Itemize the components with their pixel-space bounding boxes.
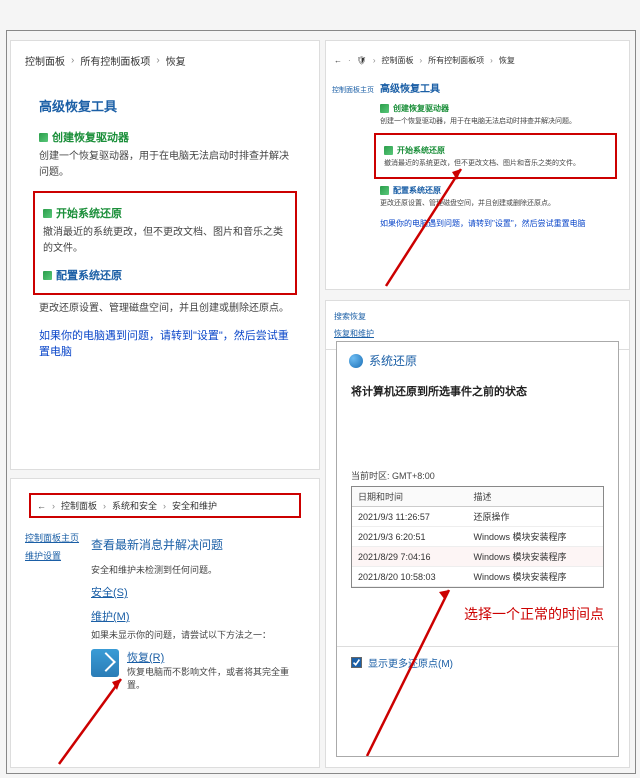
- highlight-box: 开始系统还原 撤消最近的系统更改，但不更改文档、图片和音乐之类的文件。: [374, 133, 617, 179]
- page-title: 高级恢复工具: [39, 96, 291, 115]
- shield-icon: [43, 271, 52, 280]
- control-panel-icon: 🛡: [357, 56, 367, 65]
- create-recovery-drive-desc: 创建一个恢复驱动器，用于在电脑无法启动时排查并解决问题。: [39, 149, 291, 181]
- system-restore-desc: 撤消最近的系统更改，但不更改文档、图片和音乐之类的文件。: [43, 225, 287, 257]
- recovery-icon: [91, 649, 119, 677]
- system-restore-link[interactable]: 开始系统还原: [384, 145, 607, 156]
- table-row[interactable]: 2021/8/20 10:58:03Windows 模块安装程序: [352, 567, 603, 587]
- bc-item[interactable]: 控制面板: [25, 53, 65, 68]
- bc-item[interactable]: 所有控制面板项: [80, 53, 150, 68]
- security-maintenance-panel: ← › 控制面板 › 系统和安全 › 安全和维护 控制面板主页 维护设置 查看最…: [10, 478, 320, 768]
- page-title: 高级恢复工具: [380, 80, 611, 95]
- show-more-checkbox[interactable]: 显示更多还原点(M): [337, 646, 618, 678]
- table-row[interactable]: 2021/9/3 6:20:51Windows 模块安装程序: [352, 527, 603, 547]
- highlight-box: 开始系统还原 撤消最近的系统更改，但不更改文档、图片和音乐之类的文件。 配置系统…: [33, 191, 297, 295]
- sidebar-item-home[interactable]: 控制面板主页: [25, 529, 79, 547]
- shield-icon: [384, 146, 393, 155]
- nav-back-icon[interactable]: ←: [334, 56, 342, 65]
- configure-restore-desc: 更改还原设置、管理磁盘空间，并且创建或删除还原点。: [39, 301, 291, 317]
- cell-datetime: 2021/9/3 6:20:51: [352, 527, 468, 547]
- security-section[interactable]: 安全(S): [91, 584, 301, 600]
- col-datetime[interactable]: 日期和时间: [352, 487, 468, 507]
- cell-desc: Windows 模块安装程序: [468, 547, 603, 567]
- recovery-panel-large: 控制面板 › 所有控制面板项 › 恢复 高级恢复工具 创建恢复驱动器 创建一个恢…: [10, 40, 320, 470]
- nav-back-icon[interactable]: ←: [37, 501, 46, 511]
- reset-pc-link[interactable]: 如果你的电脑遇到问题，请转到"设置"，然后尝试重置电脑: [380, 218, 611, 229]
- recovery-desc: 恢复电脑而不影响文件，或者将其完全重置。: [127, 665, 301, 691]
- maintenance-section[interactable]: 维护(M): [91, 608, 301, 624]
- col-desc[interactable]: 描述: [468, 487, 603, 507]
- dialog-title: 系统还原: [337, 342, 618, 379]
- shield-icon: [43, 209, 52, 218]
- system-restore-desc: 撤消最近的系统更改，但不更改文档、图片和音乐之类的文件。: [384, 158, 607, 169]
- checkbox-icon: [351, 657, 362, 668]
- recovery-block: 恢复(R) 恢复电脑而不影响文件，或者将其完全重置。: [91, 649, 301, 695]
- breadcrumb[interactable]: ← · 🛡 › 控制面板 › 所有控制面板项 › 恢复: [326, 41, 629, 72]
- bc-item[interactable]: 恢复: [166, 53, 186, 68]
- recovery-maint-link[interactable]: 恢复和维护: [334, 328, 621, 339]
- shield-icon: [39, 133, 48, 142]
- cell-desc: 还原操作: [468, 507, 603, 527]
- shield-icon: [380, 186, 389, 195]
- system-restore-link[interactable]: 开始系统还原: [43, 205, 287, 221]
- cell-datetime: 2021/8/20 10:58:03: [352, 567, 468, 587]
- reset-pc-link[interactable]: 如果你的电脑遇到问题，请转到"设置"，然后尝试重置电脑: [39, 327, 291, 359]
- sidebar: 控制面板主页 维护设置: [25, 529, 79, 565]
- shield-icon: [380, 104, 389, 113]
- recovery-link[interactable]: 恢复(R): [127, 649, 301, 665]
- table-row[interactable]: 2021/9/3 11:26:57还原操作: [352, 507, 603, 527]
- sidebar-home[interactable]: 控制面板主页: [332, 85, 374, 95]
- restore-icon: [349, 354, 363, 368]
- hint-text: 如果未显示你的问题，请尝试以下方法之一：: [91, 628, 301, 641]
- create-recovery-drive-desc: 创建一个恢复驱动器，用于在电脑无法启动时排查并解决问题。: [380, 116, 611, 127]
- timezone-label: 当前时区: GMT+8:00: [351, 469, 604, 482]
- cell-desc: Windows 模块安装程序: [468, 527, 603, 547]
- cell-datetime: 2021/9/3 11:26:57: [352, 507, 468, 527]
- sidebar-item-maint[interactable]: 维护设置: [25, 547, 79, 565]
- system-restore-dialog-panel: 搜索恢复 恢复和维护 系统还原 将计算机还原到所选事件之前的状态 当前时区: G…: [325, 300, 630, 768]
- configure-restore-desc: 更改还原设置、管理磁盘空间，并且创建或删除还原点。: [380, 198, 611, 209]
- create-recovery-drive-link[interactable]: 创建恢复驱动器: [39, 129, 291, 145]
- recovery-panel-small: ← · 🛡 › 控制面板 › 所有控制面板项 › 恢复 控制面板主页 高级恢复工…: [325, 40, 630, 290]
- table-row[interactable]: 2021/8/29 7:04:16Windows 模块安装程序: [352, 547, 603, 567]
- configure-restore-link[interactable]: 配置系统还原: [43, 267, 287, 283]
- status-text: 安全和维护未检测到任何问题。: [91, 563, 301, 576]
- configure-restore-link[interactable]: 配置系统还原: [380, 185, 611, 196]
- search-label: 搜索恢复: [334, 311, 621, 322]
- chevron-right-icon: ›: [71, 55, 74, 66]
- cell-datetime: 2021/8/29 7:04:16: [352, 547, 468, 567]
- cell-desc: Windows 模块安装程序: [468, 567, 603, 587]
- restore-points-table: 日期和时间 描述 2021/9/3 11:26:57还原操作2021/9/3 6…: [351, 486, 604, 588]
- chevron-right-icon: ›: [156, 55, 159, 66]
- page-title: 查看最新消息并解决问题: [91, 536, 301, 553]
- annotation-text: 选择一个正常的时间点: [337, 598, 618, 646]
- dialog-subtitle: 将计算机还原到所选事件之前的状态: [337, 379, 618, 409]
- create-recovery-drive-link[interactable]: 创建恢复驱动器: [380, 103, 611, 114]
- breadcrumb-highlight[interactable]: ← › 控制面板 › 系统和安全 › 安全和维护: [29, 493, 301, 518]
- breadcrumb[interactable]: 控制面板 › 所有控制面板项 › 恢复: [11, 41, 319, 80]
- system-restore-dialog: 系统还原 将计算机还原到所选事件之前的状态 当前时区: GMT+8:00 日期和…: [336, 341, 619, 757]
